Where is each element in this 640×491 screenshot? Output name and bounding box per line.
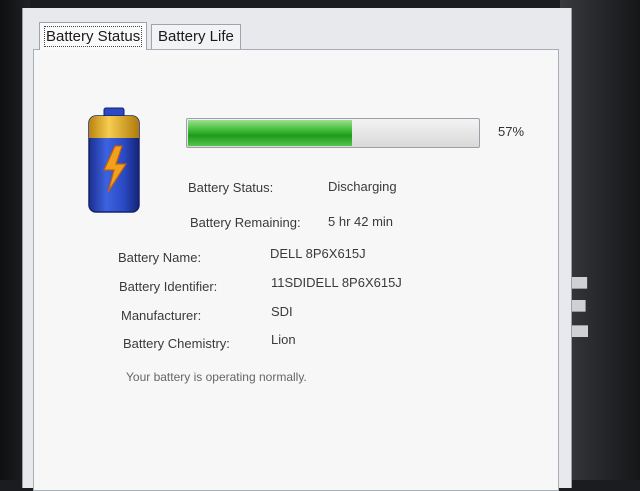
battery-status-label: Battery Status: xyxy=(188,180,274,195)
tab-battery-life[interactable]: Battery Life xyxy=(151,24,241,49)
battery-remaining-value: 5 hr 42 min xyxy=(328,214,394,229)
background-right xyxy=(560,0,640,480)
battery-health-message: Your battery is operating normally. xyxy=(126,370,307,384)
battery-chemistry-label: Battery Chemistry: xyxy=(123,336,230,351)
tab-label: Battery Life xyxy=(158,28,234,45)
battery-status-panel: 57% Battery Status: Discharging Battery … xyxy=(33,49,559,491)
manufacturer-value: SDI xyxy=(271,304,293,319)
battery-identifier-value: 11SDIDELL 8P6X615J xyxy=(271,275,402,290)
tab-battery-status[interactable]: Battery Status xyxy=(39,22,148,50)
battery-level-bar xyxy=(186,118,480,148)
battery-status-value: Discharging xyxy=(328,179,397,194)
tab-label: Battery Status xyxy=(43,26,143,47)
battery-level-fill xyxy=(188,120,353,146)
battery-name-label: Battery Name: xyxy=(118,250,202,265)
battery-chemistry-value: Lion xyxy=(271,332,296,347)
battery-identifier-label: Battery Identifier: xyxy=(119,279,218,294)
battery-window: Battery Status Battery Life 57% Battery … xyxy=(22,8,572,491)
manufacturer-label: Manufacturer: xyxy=(121,308,202,323)
battery-charging-icon xyxy=(88,107,140,213)
battery-remaining-label: Battery Remaining: xyxy=(190,215,301,230)
battery-name-value: DELL 8P6X615J xyxy=(270,246,366,261)
battery-percent: 57% xyxy=(498,124,525,139)
